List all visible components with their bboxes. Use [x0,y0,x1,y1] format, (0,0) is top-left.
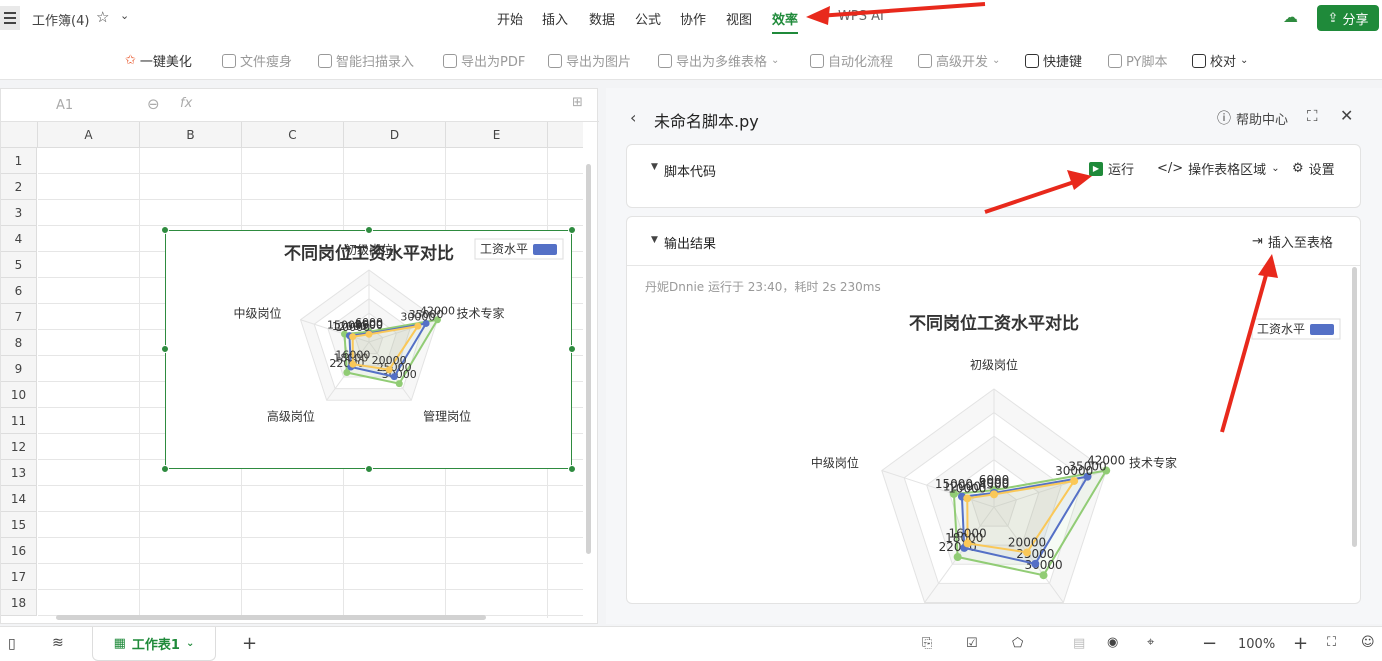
annotation-arrows [806,2,1278,433]
arrow-to-insert-button [1220,254,1278,433]
arrow-to-efficiency-tab [806,2,986,25]
arrow-to-run-button [984,170,1092,214]
